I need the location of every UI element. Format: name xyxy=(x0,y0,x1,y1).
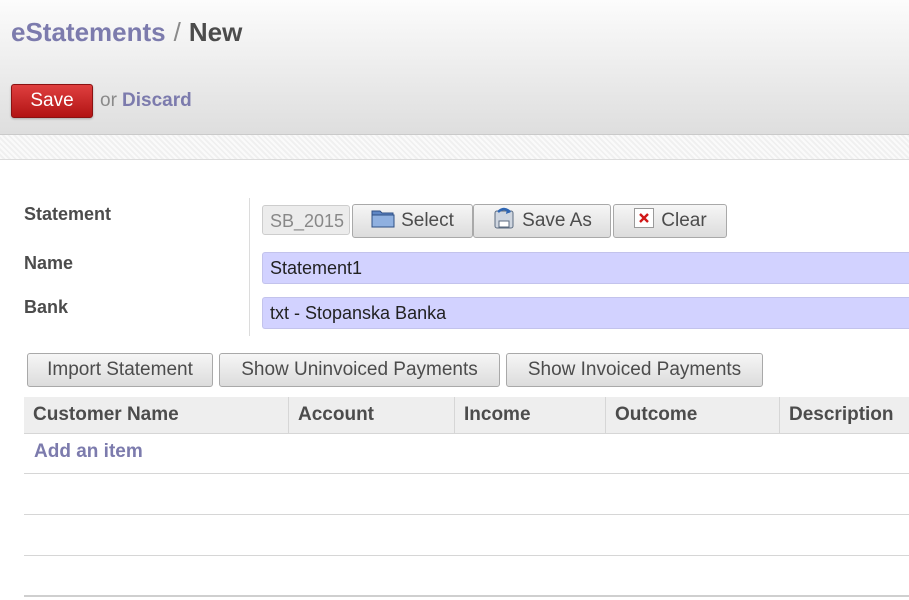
save-as-button-label: Save As xyxy=(522,210,592,231)
select-button-label: Select xyxy=(401,210,454,231)
statement-lines-header: Customer Name Account Income Outcome Des… xyxy=(24,397,909,434)
table-row-separator xyxy=(24,514,909,515)
show-invoiced-payments-button[interactable]: Show Invoiced Payments xyxy=(506,353,763,387)
show-uninvoiced-payments-button[interactable]: Show Uninvoiced Payments xyxy=(219,353,500,387)
column-header-account[interactable]: Account xyxy=(288,397,454,433)
clear-button-label: Clear xyxy=(661,210,707,231)
sheet-top-stripe xyxy=(0,135,909,160)
breadcrumb-separator: / xyxy=(173,17,181,47)
discard-link[interactable]: Discard xyxy=(122,90,192,112)
select-button[interactable]: Select xyxy=(352,204,473,238)
control-panel: eStatements / New Save or Discard xyxy=(0,0,909,135)
breadcrumb: eStatements / New xyxy=(11,17,242,48)
clear-icon xyxy=(633,207,655,235)
statement-file-field[interactable]: SB_2015 xyxy=(262,205,350,235)
or-text: or xyxy=(100,90,117,111)
bank-label: Bank xyxy=(24,297,69,317)
name-label: Name xyxy=(24,253,74,273)
column-header-customer-name[interactable]: Customer Name xyxy=(24,397,288,433)
name-input[interactable]: Statement1 xyxy=(262,252,909,284)
save-as-button[interactable]: Save As xyxy=(473,204,611,238)
column-header-outcome[interactable]: Outcome xyxy=(605,397,779,433)
table-footer-line xyxy=(24,595,909,597)
save-as-icon xyxy=(492,206,516,236)
column-header-description[interactable]: Description xyxy=(779,397,909,433)
breadcrumb-current: New xyxy=(188,17,243,47)
column-header-income[interactable]: Income xyxy=(454,397,605,433)
bank-input[interactable]: txt - Stopanska Banka xyxy=(262,297,909,329)
save-button[interactable]: Save xyxy=(11,84,93,118)
breadcrumb-parent-link[interactable]: eStatements xyxy=(11,17,166,47)
statement-label: Statement xyxy=(24,204,112,224)
import-statement-button[interactable]: Import Statement xyxy=(27,353,213,387)
add-item-link[interactable]: Add an item xyxy=(34,441,143,463)
folder-icon xyxy=(371,207,395,235)
table-row-separator xyxy=(24,555,909,556)
form-divider xyxy=(249,198,250,336)
clear-button[interactable]: Clear xyxy=(613,204,727,238)
table-row-separator xyxy=(24,473,909,474)
